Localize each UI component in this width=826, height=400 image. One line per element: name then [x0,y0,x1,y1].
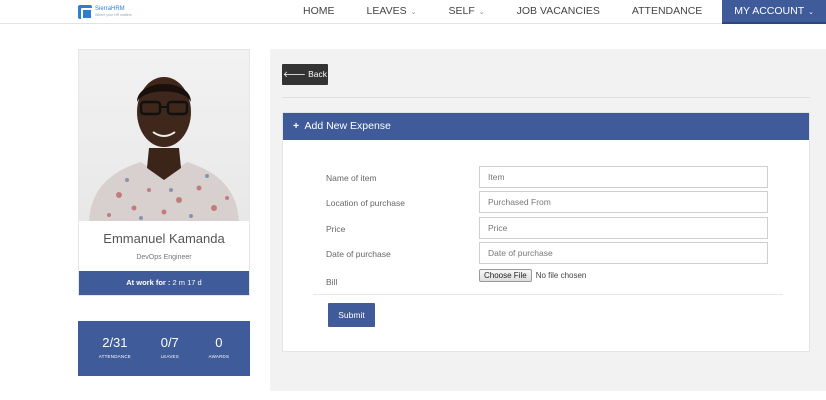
arrow-left-icon: 🡐 [282,69,306,79]
stat-value: 0/7 [160,335,179,350]
stat-value: 0 [215,335,223,350]
logo-icon [78,4,93,20]
profile-card: Emmanuel Kamanda DevOps Engineer At work… [78,49,250,296]
nav-job-vacancies[interactable]: JOB VACANCIES [501,0,616,24]
main-panel: 🡐 Back + Add New Expense Name of item It… [270,49,826,391]
field-row-price: Price Price [283,217,811,241]
stat-label: ATTENDANCE [98,354,131,359]
file-status: No file chosen [535,270,587,280]
person-portrait-icon [89,77,239,221]
choose-file-button[interactable]: Choose File [479,268,532,282]
chevron-down-icon: ⌄ [478,9,485,16]
brand-tagline: Where your HR matters [95,13,132,17]
stat-awards[interactable]: 0 AWARDS [209,335,230,376]
field-row-date: Date of purchase Date of purchase [283,242,811,266]
top-navbar: SierraHRM Where your HR matters HOME LEA… [0,0,826,24]
purchase-location-input[interactable]: Purchased From [479,191,768,213]
stat-label: LEAVES [160,354,179,359]
field-row-bill: Bill Choose File No file chosen [283,268,811,292]
field-row-item: Name of item Item [283,166,811,190]
price-input[interactable]: Price [479,217,768,239]
field-label: Bill [326,277,338,287]
employee-name: Emmanuel Kamanda [103,231,225,246]
stat-value: 2/31 [102,335,128,350]
divider [313,294,783,295]
nav-attendance[interactable]: ATTENDANCE [616,0,718,24]
field-label: Location of purchase [326,198,405,208]
work-duration-value: 2 m 17 d [172,278,202,287]
field-row-location: Location of purchase Purchased From [283,191,811,215]
purchase-date-input[interactable]: Date of purchase [479,242,768,264]
nav-leaves[interactable]: LEAVES ⌄ [351,0,433,24]
field-label: Date of purchase [326,249,391,259]
nav-my-account[interactable]: MY ACCOUNT ⌄ [722,0,826,24]
work-duration-bar: At work for : 2 m 17 d [79,271,249,295]
nav-self[interactable]: SELF ⌄ [433,0,501,24]
stat-attendance[interactable]: 2/31 ATTENDANCE [99,335,131,376]
plus-icon: + [293,120,300,132]
back-button[interactable]: 🡐 Back [282,64,328,85]
stat-leaves[interactable]: 0/7 LEAVES [161,335,179,376]
stats-panel: 2/31 ATTENDANCE 0/7 LEAVES 0 AWARDS [78,321,250,376]
main-nav: HOME LEAVES ⌄ SELF ⌄ JOB VACANCIES ATTENDA… [287,0,826,24]
chevron-down-icon: ⌄ [410,9,417,16]
form-header: + Add New Expense [283,113,809,140]
submit-button[interactable]: Submit [328,303,375,327]
field-label: Price [326,224,346,234]
stat-label: AWARDS [208,354,230,359]
item-name-input[interactable]: Item [479,166,768,188]
form-title: Add New Expense [304,120,391,132]
add-expense-form: + Add New Expense Name of item Item Loca… [282,112,810,352]
field-label: Name of item [326,173,377,183]
brand-logo[interactable]: SierraHRM Where your HR matters [78,3,138,20]
chevron-down-icon: ⌄ [808,9,814,16]
profile-photo [79,50,249,221]
employee-title: DevOps Engineer [136,254,192,261]
brand-name: SierraHRM [95,6,125,12]
nav-home[interactable]: HOME [287,0,351,24]
bill-file-input: Choose File No file chosen [479,268,586,282]
divider [282,97,810,98]
work-duration-label: At work for : [126,278,171,287]
back-button-label: Back [308,69,328,79]
